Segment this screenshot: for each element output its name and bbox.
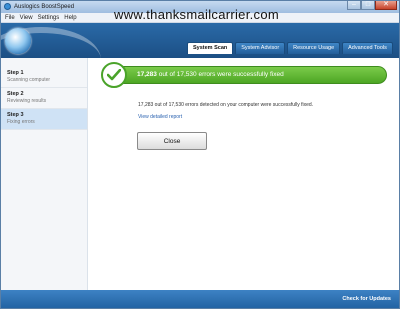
view-report-link[interactable]: View detailed report — [138, 114, 182, 121]
close-button[interactable]: Close — [137, 132, 207, 150]
menu-help[interactable]: Help — [64, 13, 76, 22]
tab-system-scan[interactable]: System Scan — [187, 42, 234, 54]
app-window: Auslogics BoostSpeed – □ ✕ File View Set… — [0, 0, 400, 309]
step-title: Step 2 — [7, 91, 24, 97]
success-summary: out of 17,530 errors were successfully f… — [158, 71, 284, 78]
steps-sidebar: Step 1 Scanning computer Step 2 Reviewin… — [1, 58, 88, 290]
tab-system-advisor[interactable]: System Advisor — [235, 42, 286, 54]
menu-settings[interactable]: Settings — [38, 13, 60, 22]
step-subtitle: Fixing errors — [7, 119, 35, 125]
app-icon — [4, 3, 11, 10]
main-panel: 17,283 out of 17,530 errors were success… — [88, 58, 399, 290]
window-controls: – □ ✕ — [347, 1, 397, 11]
menu-file[interactable]: File — [5, 13, 15, 22]
tab-resource-usage[interactable]: Resource Usage — [287, 42, 341, 54]
fixed-count: 17,283 — [137, 71, 157, 78]
step-title: Step 1 — [7, 70, 24, 76]
result-detail: 17,283 out of 17,530 errors detected on … — [138, 102, 314, 108]
menu-view[interactable]: View — [20, 13, 33, 22]
success-banner: 17,283 out of 17,530 errors were success… — [102, 66, 387, 84]
step-item-3: Step 3 Fixing errors — [1, 109, 87, 130]
close-window-button[interactable]: ✕ — [375, 1, 397, 10]
maximize-button[interactable]: □ — [361, 1, 375, 10]
watermark-text: www.thanksmailcarrier.com — [114, 7, 279, 22]
success-message: 17,283 out of 17,530 errors were success… — [137, 67, 284, 83]
checkmark-icon — [101, 62, 127, 88]
step-subtitle: Reviewing results — [7, 98, 47, 104]
step-subtitle: Scanning computer — [7, 77, 51, 83]
minimize-button[interactable]: – — [347, 1, 361, 10]
check-updates-link[interactable]: Check for Updates — [342, 290, 391, 308]
tab-advanced-tools[interactable]: Advanced Tools — [342, 42, 393, 54]
window-title: Auslogics BoostSpeed — [14, 4, 75, 10]
tab-bar: System Scan System Advisor Resource Usag… — [187, 42, 393, 54]
step-item-1: Step 1 Scanning computer — [1, 67, 87, 88]
footer-bar: Check for Updates — [1, 290, 399, 308]
step-item-2: Step 2 Reviewing results — [1, 88, 87, 109]
step-title: Step 3 — [7, 112, 24, 118]
app-logo-icon — [5, 28, 31, 54]
